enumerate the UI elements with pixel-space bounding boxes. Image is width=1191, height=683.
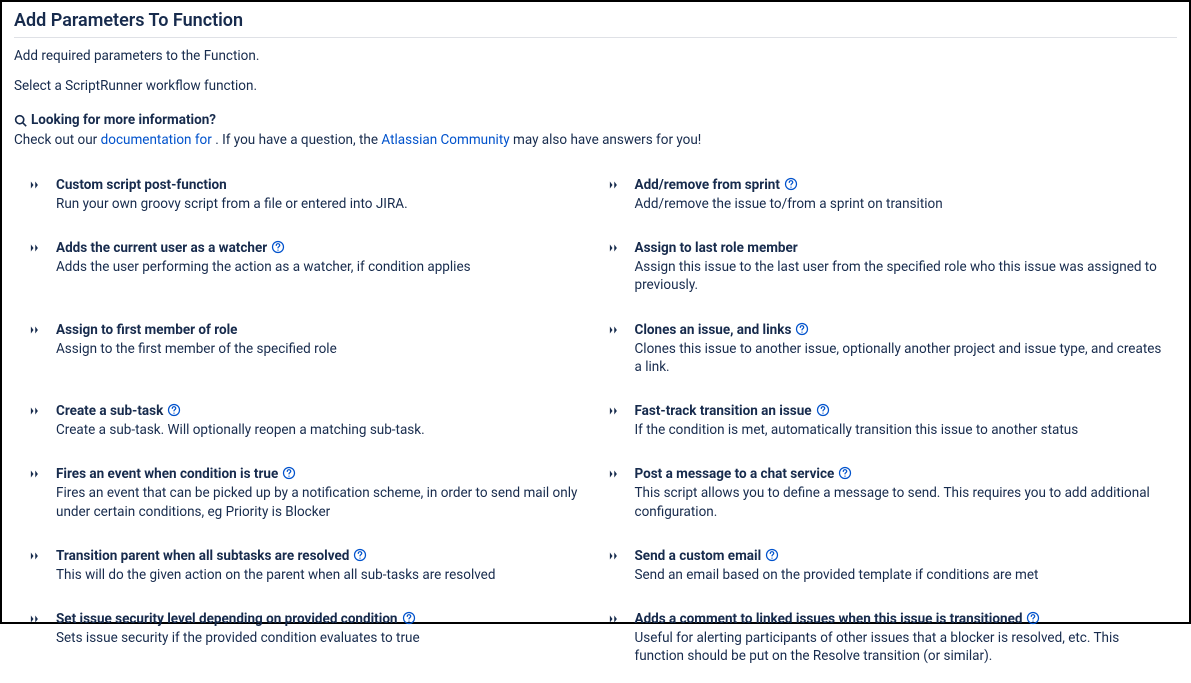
- expand-arrow-icon: [609, 176, 623, 195]
- expand-arrow-icon: [30, 239, 44, 258]
- function-description: Create a sub-task. Will optionally reope…: [56, 421, 589, 439]
- function-item[interactable]: Assign to last role member Assign this is…: [609, 237, 1168, 294]
- help-icon[interactable]: [765, 548, 779, 562]
- expand-arrow-icon: [30, 402, 44, 421]
- function-title: Transition parent when all subtasks are …: [56, 548, 349, 564]
- expand-arrow-icon: [30, 321, 44, 340]
- function-title: Adds the current user as a watcher: [56, 240, 267, 256]
- function-title: Fast-track transition an issue: [635, 403, 812, 419]
- info-heading: Looking for more information?: [14, 112, 1177, 128]
- expand-arrow-icon: [609, 321, 623, 340]
- function-item[interactable]: Adds a comment to linked issues when thi…: [609, 608, 1168, 665]
- expand-arrow-icon: [609, 465, 623, 484]
- expand-arrow-icon: [609, 402, 623, 421]
- expand-arrow-icon: [30, 547, 44, 566]
- function-item[interactable]: Fires an event when condition is true Fir…: [30, 463, 589, 520]
- expand-arrow-icon: [609, 239, 623, 258]
- function-item[interactable]: Adds the current user as a watcher Adds t…: [30, 237, 589, 294]
- function-body: Transition parent when all subtasks are …: [56, 545, 589, 584]
- community-link[interactable]: Atlassian Community: [381, 132, 509, 148]
- function-body: Assign to last role member Assign this is…: [635, 237, 1168, 294]
- expand-arrow-icon: [30, 465, 44, 484]
- help-icon[interactable]: [402, 611, 416, 625]
- function-title: Fires an event when condition is true: [56, 466, 278, 482]
- help-icon[interactable]: [795, 322, 809, 336]
- function-item[interactable]: Add/remove from sprint Add/remove the iss…: [609, 174, 1168, 213]
- functions-grid: Custom script post-function Run your own …: [14, 174, 1177, 665]
- function-description: Assign to the first member of the specif…: [56, 340, 589, 358]
- function-description: Fires an event that can be picked up by …: [56, 484, 589, 520]
- function-description: Send an email based on the provided temp…: [635, 566, 1168, 584]
- function-description: This script allows you to define a messa…: [635, 484, 1168, 520]
- function-description: This will do the given action on the par…: [56, 566, 589, 584]
- function-item[interactable]: Custom script post-function Run your own …: [30, 174, 589, 213]
- function-item[interactable]: Send a custom email Send an email based o…: [609, 545, 1168, 584]
- info-heading-text: Looking for more information?: [31, 112, 216, 128]
- search-icon: [14, 114, 27, 127]
- function-body: Adds the current user as a watcher Adds t…: [56, 237, 589, 276]
- function-description: Sets issue security if the provided cond…: [56, 629, 589, 647]
- function-item[interactable]: Create a sub-task Create a sub-task. Will…: [30, 400, 589, 439]
- subhead-text: Select a ScriptRunner workflow function.: [14, 78, 1177, 94]
- function-description: Adds the user performing the action as a…: [56, 258, 589, 276]
- function-description: Assign this issue to the last user from …: [635, 258, 1168, 294]
- function-title: Assign to last role member: [635, 240, 798, 256]
- info-suffix: may also have answers for you!: [510, 132, 702, 148]
- function-body: Clones an issue, and links Clones this is…: [635, 319, 1168, 376]
- documentation-link[interactable]: documentation for: [101, 132, 216, 148]
- page-title: Add Parameters To Function: [14, 10, 1177, 37]
- info-prefix: Check out our: [14, 132, 101, 148]
- help-icon[interactable]: [784, 177, 798, 191]
- function-body: Fast-track transition an issue If the con…: [635, 400, 1168, 439]
- help-icon[interactable]: [282, 466, 296, 480]
- function-body: Create a sub-task Create a sub-task. Will…: [56, 400, 589, 439]
- expand-arrow-icon: [30, 176, 44, 195]
- function-title: Post a message to a chat service: [635, 466, 835, 482]
- function-description: Useful for alerting participants of othe…: [635, 629, 1168, 665]
- function-title: Assign to first member of role: [56, 322, 237, 338]
- function-body: Adds a comment to linked issues when thi…: [635, 608, 1168, 665]
- function-item[interactable]: Clones an issue, and links Clones this is…: [609, 319, 1168, 376]
- function-body: Add/remove from sprint Add/remove the iss…: [635, 174, 1168, 213]
- help-icon[interactable]: [1026, 611, 1040, 625]
- help-icon[interactable]: [353, 548, 367, 562]
- info-middle: . If you have a question, the: [215, 132, 381, 148]
- function-body: Assign to first member of role Assign to …: [56, 319, 589, 358]
- function-body: Custom script post-function Run your own …: [56, 174, 589, 213]
- function-item[interactable]: Post a message to a chat service This scr…: [609, 463, 1168, 520]
- function-title: Add/remove from sprint: [635, 177, 780, 193]
- function-item[interactable]: Transition parent when all subtasks are …: [30, 545, 589, 584]
- help-icon[interactable]: [816, 403, 830, 417]
- help-icon[interactable]: [167, 403, 181, 417]
- function-description: Run your own groovy script from a file o…: [56, 195, 589, 213]
- function-body: Fires an event when condition is true Fir…: [56, 463, 589, 520]
- function-description: If the condition is met, automatically t…: [635, 421, 1168, 439]
- function-body: Send a custom email Send an email based o…: [635, 545, 1168, 584]
- function-item[interactable]: Fast-track transition an issue If the con…: [609, 400, 1168, 439]
- function-body: Post a message to a chat service This scr…: [635, 463, 1168, 520]
- expand-arrow-icon: [609, 610, 623, 629]
- function-title: Clones an issue, and links: [635, 322, 792, 338]
- function-title: Create a sub-task: [56, 403, 163, 419]
- help-icon[interactable]: [271, 240, 285, 254]
- function-item[interactable]: Set issue security level depending on pr…: [30, 608, 589, 665]
- function-item[interactable]: Assign to first member of role Assign to …: [30, 319, 589, 376]
- function-title: Custom script post-function: [56, 177, 227, 193]
- lead-text: Add required parameters to the Function.: [14, 48, 1177, 64]
- info-text: Check out our documentation for . If you…: [14, 132, 1177, 148]
- function-description: Clones this issue to another issue, opti…: [635, 340, 1168, 376]
- function-title: Set issue security level depending on pr…: [56, 611, 398, 627]
- function-body: Set issue security level depending on pr…: [56, 608, 589, 647]
- function-title: Send a custom email: [635, 548, 762, 564]
- function-title: Adds a comment to linked issues when thi…: [635, 611, 1023, 627]
- function-description: Add/remove the issue to/from a sprint on…: [635, 195, 1168, 213]
- expand-arrow-icon: [609, 547, 623, 566]
- help-icon[interactable]: [838, 466, 852, 480]
- title-divider: [14, 37, 1177, 38]
- expand-arrow-icon: [30, 610, 44, 629]
